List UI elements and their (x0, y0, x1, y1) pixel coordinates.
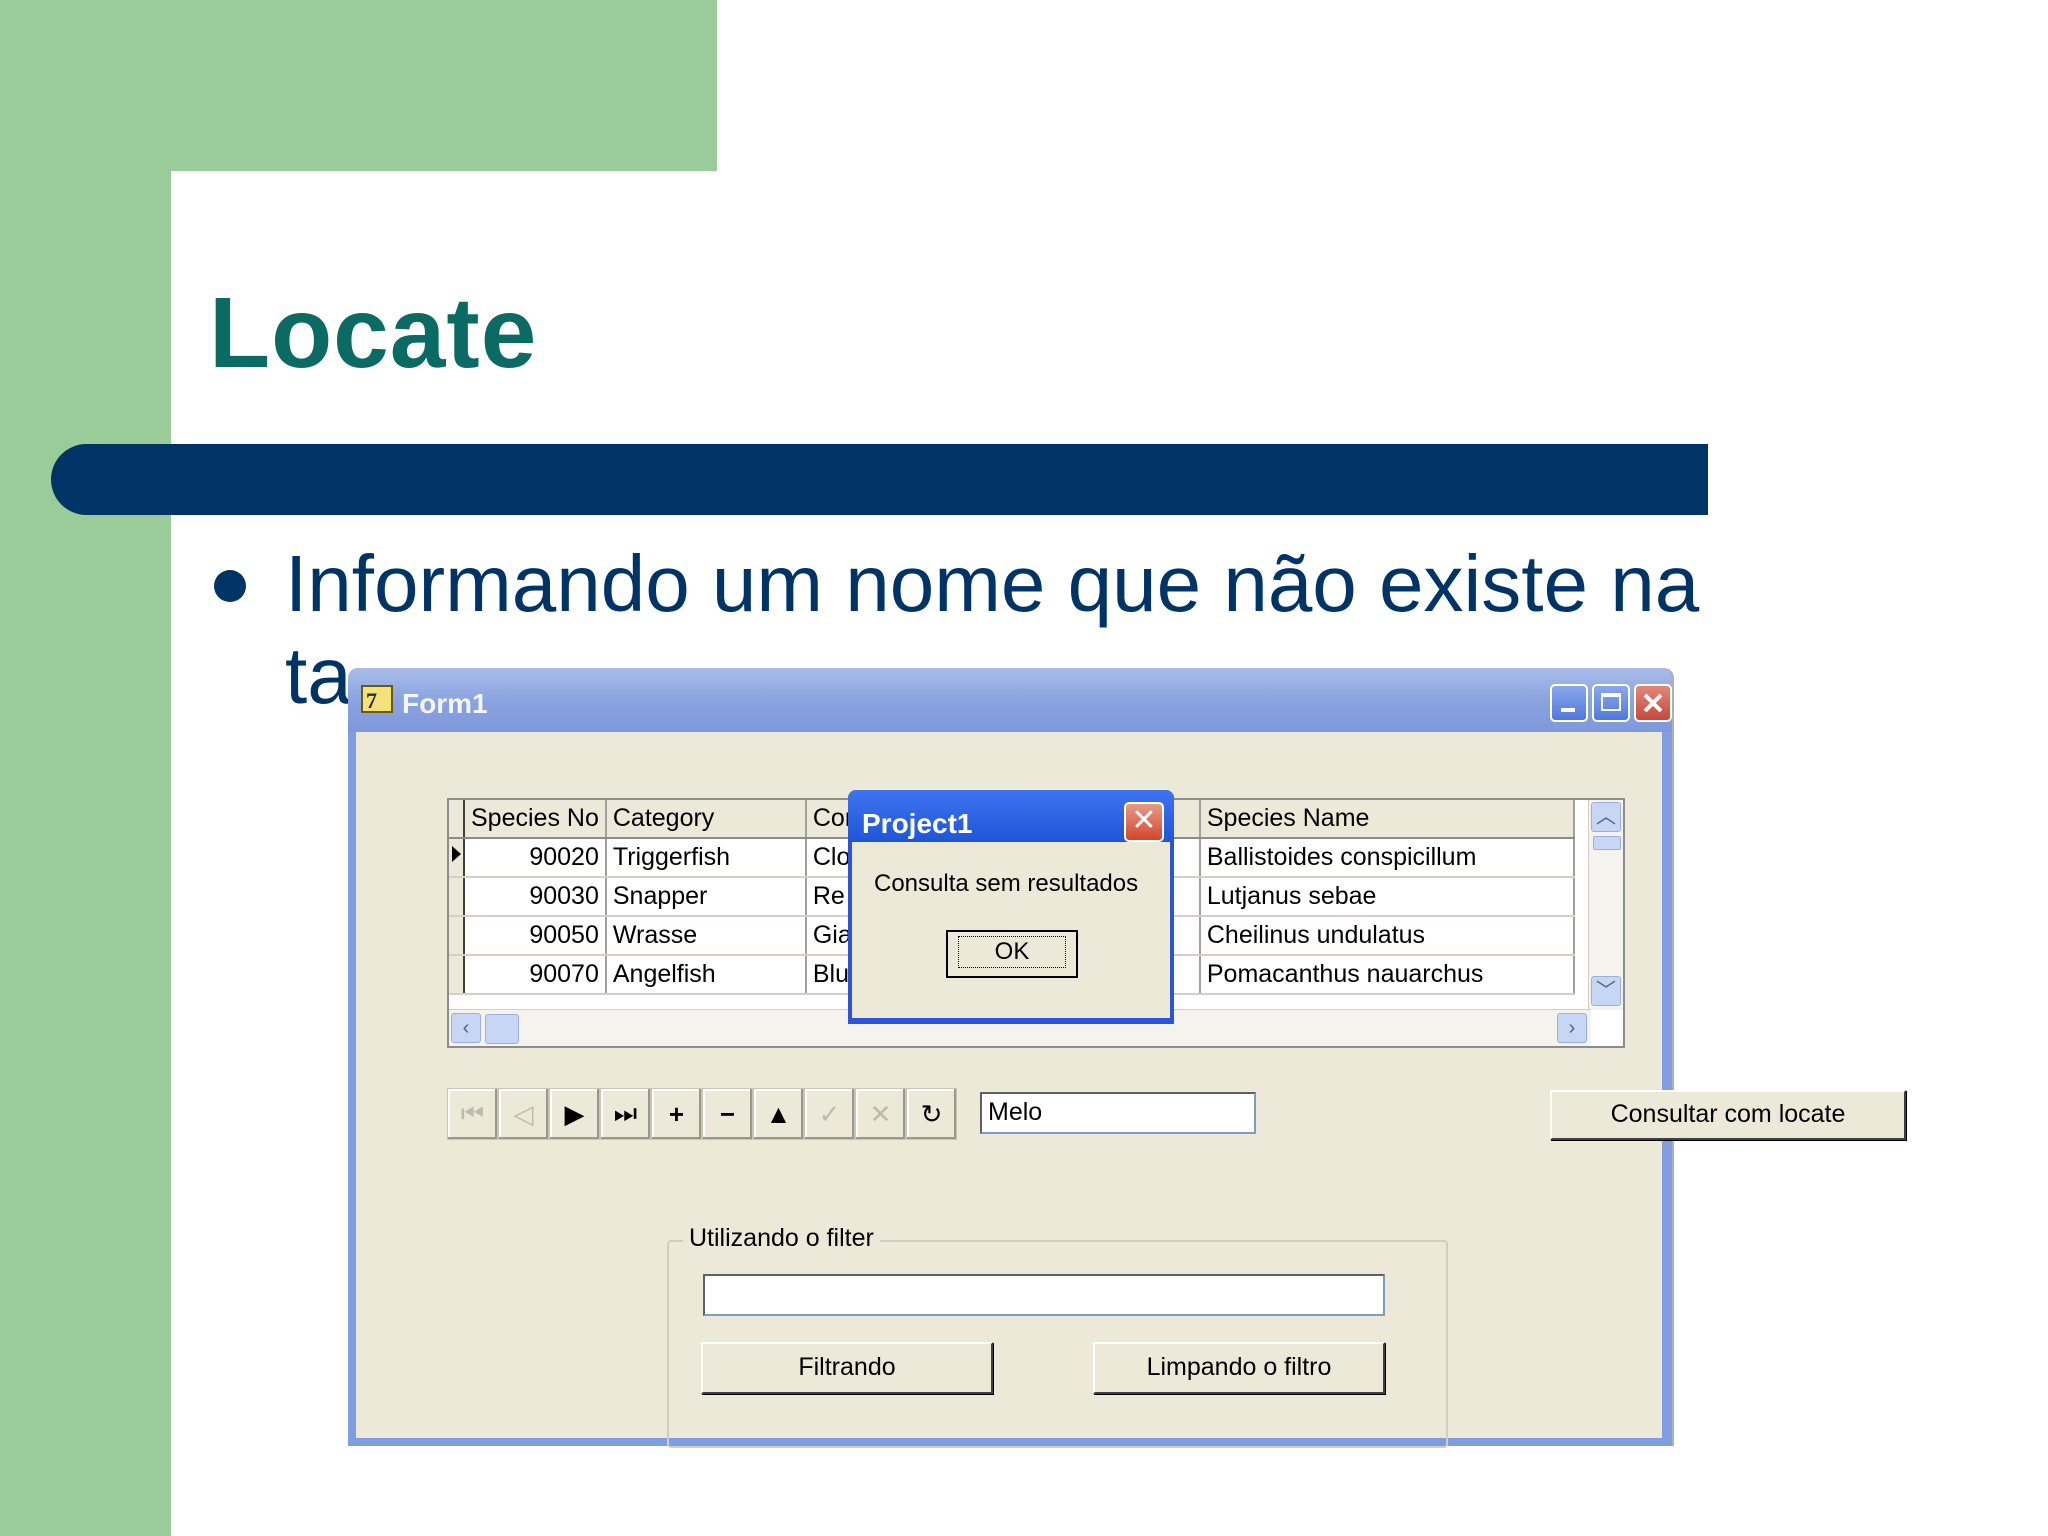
nav-edit-button[interactable]: ▲ (753, 1088, 804, 1140)
cell-category[interactable]: Angelfish (605, 955, 807, 995)
ok-label: OK (957, 936, 1067, 968)
scroll-down-icon[interactable]: ﹀ (1591, 976, 1621, 1006)
row-indicator (449, 877, 465, 917)
title-divider-bar (51, 444, 1708, 515)
horizontal-scroll-thumb[interactable] (485, 1014, 519, 1044)
nav-insert-button[interactable]: + (651, 1088, 702, 1140)
maximize-button[interactable] (1592, 684, 1630, 722)
next-record-icon: ▶ (564, 1098, 585, 1129)
window-titlebar[interactable]: 7 Form1 (348, 668, 1672, 732)
nav-prior-button[interactable]: ◁ (498, 1088, 549, 1140)
dialog-body: Consulta sem resultados OK (852, 842, 1170, 1018)
filtrando-button[interactable]: Filtrando (701, 1342, 993, 1394)
dialog-close-button[interactable]: ✕ (1124, 802, 1164, 842)
cell-species-name[interactable]: Pomacanthus nauarchus (1199, 955, 1575, 995)
dialog-ok-button[interactable]: OK (946, 930, 1078, 978)
cell-category[interactable]: Wrasse (605, 916, 807, 956)
cell-species-no[interactable]: 90070 (464, 955, 607, 995)
vertical-scroll-thumb[interactable] (1593, 836, 1621, 850)
dialog-message: Consulta sem resultados (874, 870, 1139, 897)
nav-delete-button[interactable]: − (702, 1088, 753, 1140)
cell-species-name[interactable]: Lutjanus sebae (1199, 877, 1575, 917)
form1-window: 7 Form1 Species No Category Cor Species … (348, 668, 1906, 1448)
plus-icon: + (668, 1098, 685, 1129)
cell-species-name[interactable]: Cheilinus undulatus (1199, 916, 1575, 956)
cell-species-no[interactable]: 90020 (464, 838, 607, 878)
filter-group-label: Utilizando o filter (683, 1224, 880, 1253)
grid-indicator-header (449, 800, 465, 839)
last-record-icon: ⏭ (613, 1098, 638, 1128)
scroll-up-icon[interactable]: ︿ (1591, 802, 1621, 832)
cell-species-no[interactable]: 90030 (464, 877, 607, 917)
minimize-button[interactable] (1550, 684, 1588, 722)
slide-title: Locate (209, 277, 538, 389)
cancel-x-icon: ✕ (869, 1098, 892, 1129)
locate-search-input[interactable]: Melo (980, 1092, 1256, 1134)
cell-species-no[interactable]: 90050 (464, 916, 607, 956)
filter-input[interactable] (703, 1274, 1385, 1316)
project1-message-dialog: Project1 ✕ Consulta sem resultados OK (848, 790, 1174, 1024)
dialog-title: Project1 (862, 808, 973, 839)
vertical-scrollbar[interactable]: ︿ ﹀ (1588, 800, 1623, 1010)
db-navigator: ⏮ ◁ ▶ ⏭ + − ▲ ✓ ✕ ↻ (447, 1088, 957, 1140)
scroll-left-icon[interactable]: ‹ (451, 1013, 481, 1043)
edit-triangle-icon: ▲ (765, 1098, 792, 1129)
scroll-right-icon[interactable]: › (1557, 1013, 1587, 1043)
close-icon: ✕ (1131, 804, 1157, 837)
refresh-icon: ↻ (920, 1098, 943, 1129)
close-icon (1643, 693, 1663, 713)
bullet-icon (214, 570, 246, 602)
slide-green-band-top (0, 0, 717, 171)
nav-last-button[interactable]: ⏭ (600, 1088, 651, 1140)
limpando-filtro-button[interactable]: Limpando o filtro (1093, 1342, 1385, 1394)
current-row-arrow-icon (452, 846, 461, 862)
minus-icon: − (719, 1098, 736, 1129)
row-indicator (449, 916, 465, 956)
column-header-species-no[interactable]: Species No (464, 800, 607, 839)
delphi-app-icon: 7 (361, 685, 393, 713)
maximize-icon (1601, 693, 1621, 711)
close-button[interactable] (1634, 684, 1672, 722)
cell-category[interactable]: Triggerfish (605, 838, 807, 878)
row-indicator (449, 838, 465, 878)
slide-green-band-left (0, 0, 171, 1536)
column-header-species-name[interactable]: Species Name (1199, 800, 1575, 839)
consultar-locate-button[interactable]: Consultar com locate (1550, 1090, 1906, 1140)
row-indicator (449, 955, 465, 995)
svg-text:7: 7 (366, 688, 377, 713)
bullet-line-1: Informando um nome que não existe na (285, 539, 1700, 628)
nav-refresh-button[interactable]: ↻ (906, 1088, 957, 1140)
nav-cancel-button[interactable]: ✕ (855, 1088, 906, 1140)
minimize-icon (1561, 708, 1575, 712)
window-title: Form1 (402, 688, 488, 719)
cell-category[interactable]: Snapper (605, 877, 807, 917)
first-record-icon: ⏮ (460, 1098, 485, 1128)
nav-post-button[interactable]: ✓ (804, 1088, 855, 1140)
cell-species-name[interactable]: Ballistoides conspicillum (1199, 838, 1575, 878)
column-header-category[interactable]: Category (605, 800, 807, 839)
checkmark-icon: ✓ (818, 1098, 841, 1129)
nav-first-button[interactable]: ⏮ (447, 1088, 498, 1140)
prior-record-icon: ◁ (513, 1098, 534, 1129)
nav-next-button[interactable]: ▶ (549, 1088, 600, 1140)
